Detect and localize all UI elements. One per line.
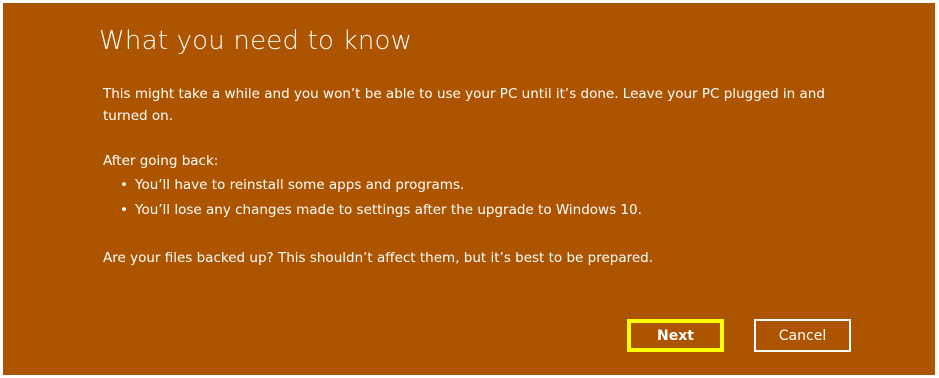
consequences-list: • You’ll have to reinstall some apps and… [103, 173, 642, 223]
intro-text: This might take a while and you won’t be… [103, 86, 825, 124]
cancel-button[interactable]: Cancel [754, 319, 851, 352]
list-item-text: You’ll have to reinstall some apps and p… [135, 177, 465, 193]
dialog-title: What you need to know [99, 26, 413, 56]
backup-question: Are your files backed up? This shouldn’t… [103, 250, 654, 266]
after-going-back-heading: After going back: [103, 153, 219, 169]
next-button[interactable]: Next [627, 319, 724, 352]
list-item: • You’ll lose any changes made to settin… [103, 198, 642, 223]
recovery-dialog: What you need to know This might take a … [3, 3, 935, 375]
bullet-icon: • [120, 177, 128, 193]
list-item-text: You’ll lose any changes made to settings… [135, 202, 642, 218]
bullet-icon: • [120, 202, 128, 218]
list-item: • You’ll have to reinstall some apps and… [103, 173, 642, 198]
